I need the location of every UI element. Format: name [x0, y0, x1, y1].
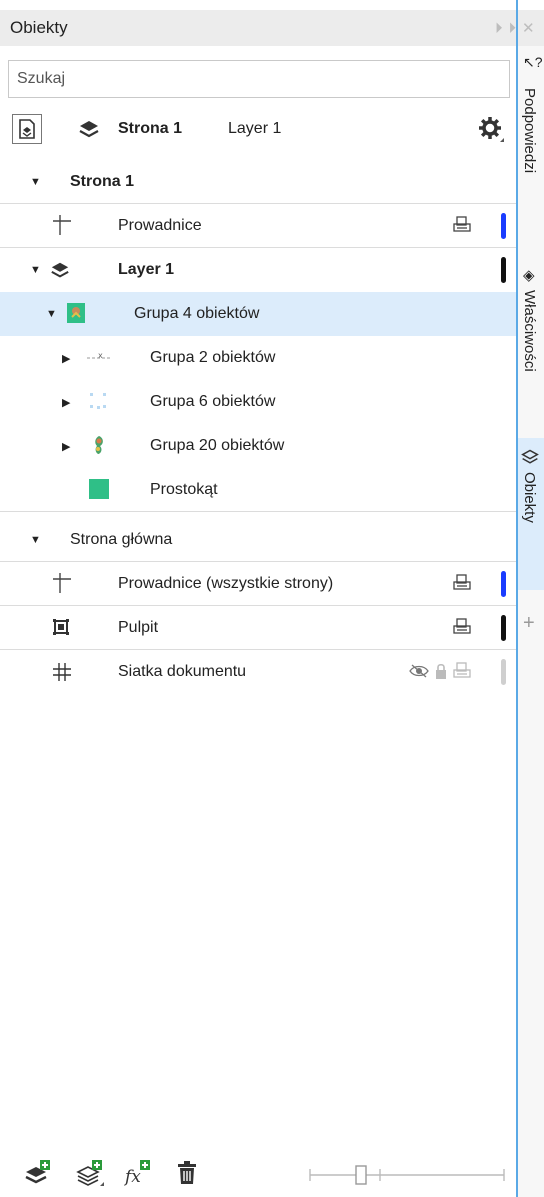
expand-triangle-icon[interactable]: ▼ [46, 308, 57, 320]
tree-row-group-6[interactable]: ▶ Grupa 6 obiektów [0, 380, 516, 424]
trash-icon[interactable] [176, 1160, 198, 1191]
page-view-button[interactable] [12, 114, 42, 144]
group-thumbnail-icon: x [86, 346, 112, 373]
tab-hints[interactable]: ↖? Podpowiedzi [518, 52, 544, 260]
tree-row-label: Grupa 6 obiektów [150, 393, 276, 410]
layer-color-bar [501, 257, 506, 283]
new-master-layer-icon[interactable] [76, 1160, 106, 1193]
layer-color-bar [501, 571, 506, 597]
layer-color-bar [501, 615, 506, 641]
new-layer-icon[interactable] [24, 1160, 52, 1191]
close-icon[interactable]: ✕ [522, 20, 541, 37]
docker-side-tabs: ↖? Podpowiedzi ◈ Właściwości Obiekty + [518, 46, 544, 1197]
collapse-triangle-icon[interactable]: ▶ [62, 352, 70, 365]
printer-icon[interactable] [452, 661, 472, 686]
tree-row-document-grid[interactable]: Siatka dokumentu [0, 650, 516, 694]
tab-objects[interactable]: Obiekty [518, 438, 544, 590]
tab-properties[interactable]: ◈ Właściwości [518, 260, 544, 438]
expand-triangle-icon[interactable]: ▼ [30, 264, 41, 276]
layers-icon [78, 118, 100, 145]
collapse-triangle-icon[interactable]: ▶ [62, 440, 70, 453]
tree-row-label: Pulpit [118, 619, 159, 636]
printer-icon[interactable] [452, 617, 472, 642]
expand-triangle-icon[interactable]: ▼ [30, 176, 41, 188]
tree-row-layer[interactable]: ▼ Layer 1 [0, 248, 516, 292]
tree-row-desktop[interactable]: Pulpit [0, 606, 516, 650]
group-thumbnail-icon [88, 390, 110, 417]
thumbnail-size-slider[interactable] [308, 1164, 506, 1185]
tree-row-label: Prostokąt [150, 481, 218, 498]
collapse-triangle-icon[interactable]: ▶ [62, 396, 70, 409]
layers-icon [521, 448, 539, 471]
tree-row-group-4[interactable]: ▼ Grupa 4 obiektów [0, 292, 516, 336]
tab-label: Właściwości [521, 290, 538, 372]
guides-icon [52, 572, 72, 599]
tree-row-label: Prowadnice [118, 217, 202, 234]
add-docker-icon[interactable]: + [523, 612, 535, 635]
breadcrumb-layer[interactable]: Layer 1 [228, 120, 281, 138]
gear-icon[interactable] [478, 116, 506, 149]
group-thumbnail-icon [90, 434, 108, 461]
page-view-icon [19, 119, 35, 139]
eye-hidden-icon[interactable] [408, 661, 430, 686]
objects-toolbar: Strona 1 Layer 1 [0, 108, 518, 152]
tree-row-label: Grupa 20 obiektów [150, 437, 285, 454]
docker-titlebar: Obiekty ⏵⏵✕ [0, 10, 544, 46]
tree-row-master-page[interactable]: ▼ Strona główna [0, 518, 516, 562]
group-thumbnail-icon [66, 302, 86, 329]
tree-row-guides[interactable]: Prowadnice [0, 204, 516, 248]
expand-triangle-icon[interactable]: ▼ [30, 534, 41, 546]
desktop-icon [52, 616, 72, 643]
tree-row-label: Strona 1 [70, 173, 135, 190]
svg-text:fx: fx [124, 1167, 141, 1186]
tree-row-label: Grupa 4 obiektów [134, 305, 260, 322]
docker-title: Obiekty [10, 18, 68, 37]
objects-bottom-toolbar: fx [0, 1150, 516, 1197]
tree-row-label: Siatka dokumentu [118, 663, 247, 680]
tab-label: Obiekty [521, 472, 538, 523]
tree-row-master-guides[interactable]: Prowadnice (wszystkie strony) [0, 562, 516, 606]
layer-color-bar [501, 659, 506, 685]
layers-icon [50, 260, 70, 285]
lock-icon[interactable] [434, 661, 448, 686]
tree-row-group-20[interactable]: ▶ Grupa 20 obiektów [0, 424, 516, 468]
objects-docker: Obiekty ⏵⏵✕ Strona 1 Layer 1 [0, 0, 544, 1197]
tab-label: Podpowiedzi [521, 88, 538, 174]
tree-row-label: Grupa 2 obiektów [150, 349, 276, 366]
new-effect-icon[interactable]: fx [123, 1160, 152, 1191]
tree-row-label: Prowadnice (wszystkie strony) [118, 575, 334, 592]
rectangle-thumbnail-icon [88, 478, 110, 505]
tree-row-page[interactable]: ▼ Strona 1 [0, 160, 516, 204]
tree-row-label: Layer 1 [118, 261, 175, 278]
printer-icon[interactable] [452, 215, 472, 240]
tree-row-label: Strona główna [70, 531, 173, 548]
breadcrumb-page[interactable]: Strona 1 [118, 120, 182, 138]
tree-row-group-2[interactable]: ▶ x Grupa 2 obiektów [0, 336, 516, 380]
grid-icon [52, 662, 72, 687]
printer-icon[interactable] [452, 573, 472, 598]
hints-icon: ↖? [523, 54, 543, 70]
search-input[interactable] [9, 61, 509, 97]
svg-text:x: x [98, 351, 103, 360]
guides-icon [52, 214, 72, 241]
search-field[interactable] [8, 60, 510, 98]
properties-icon: ◈ [523, 267, 535, 284]
layer-color-bar [501, 213, 506, 239]
tree-row-rectangle[interactable]: Prostokąt [0, 468, 516, 512]
